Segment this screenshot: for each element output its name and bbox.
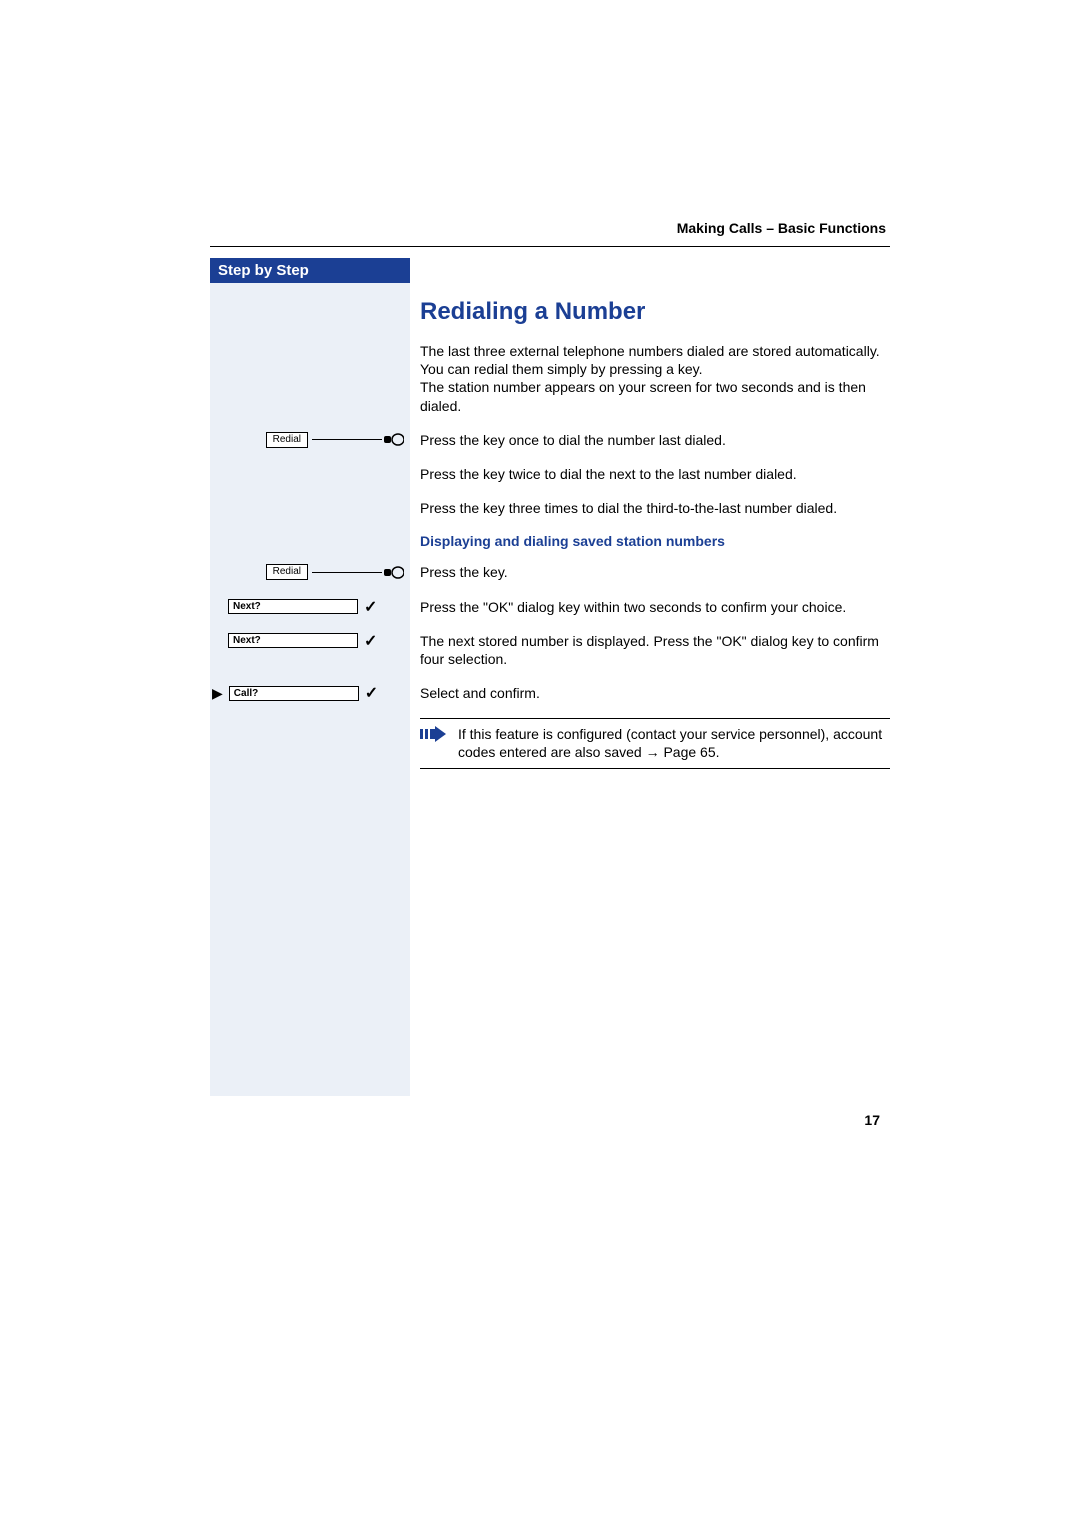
display-text: Next?: [228, 633, 358, 648]
check-icon: ✓: [364, 631, 377, 651]
subheading-display-dial: Displaying and dialing saved station num…: [420, 533, 890, 549]
instruction-press-key: Press the key.: [420, 563, 890, 581]
main-column: Redialing a Number The last three extern…: [420, 290, 890, 769]
instruction-press-ok: Press the "OK" dialog key within two sec…: [420, 598, 890, 616]
note-text: If this feature is configured (contact y…: [458, 725, 890, 761]
page-title: Redialing a Number: [420, 298, 890, 326]
page-number: 17: [864, 1112, 880, 1128]
header-rule: [210, 246, 890, 247]
instruction-press-twice: Press the key twice to dial the next to …: [420, 465, 890, 483]
instruction-press-three: Press the key three times to dial the th…: [420, 499, 890, 517]
instruction-press-once: Press the key once to dial the number la…: [420, 431, 890, 449]
intro-paragraph: The last three external telephone number…: [420, 342, 890, 415]
check-icon: ✓: [364, 597, 377, 617]
key-label: Redial: [266, 564, 308, 580]
key-widget-redial-2: Redial: [210, 561, 410, 583]
sidebar-background: [210, 258, 410, 1096]
key-connector: [312, 439, 382, 440]
sidebar-title: Step by Step: [210, 258, 410, 283]
instruction-select-confirm: Select and confirm.: [420, 684, 890, 702]
display-text: Next?: [228, 599, 358, 614]
key-connector: [312, 572, 382, 573]
display-widget-call: ▶ Call? ✓: [210, 682, 410, 704]
check-icon: ✓: [365, 683, 378, 703]
key-widget-redial-1: Redial: [210, 429, 410, 451]
scroll-triangle-icon: ▶: [212, 685, 223, 702]
running-head: Making Calls – Basic Functions: [210, 220, 890, 236]
display-widget-next-2: Next? ✓: [210, 630, 410, 652]
note-block: If this feature is configured (contact y…: [420, 718, 890, 768]
display-text: Call?: [229, 686, 359, 701]
display-widget-next-1: Next? ✓: [210, 596, 410, 618]
note-arrow-icon: [420, 725, 446, 743]
instruction-next-stored: The next stored number is displayed. Pre…: [420, 632, 890, 668]
key-led-icon: [384, 433, 404, 446]
key-led-icon: [384, 566, 404, 579]
key-label: Redial: [266, 432, 308, 448]
